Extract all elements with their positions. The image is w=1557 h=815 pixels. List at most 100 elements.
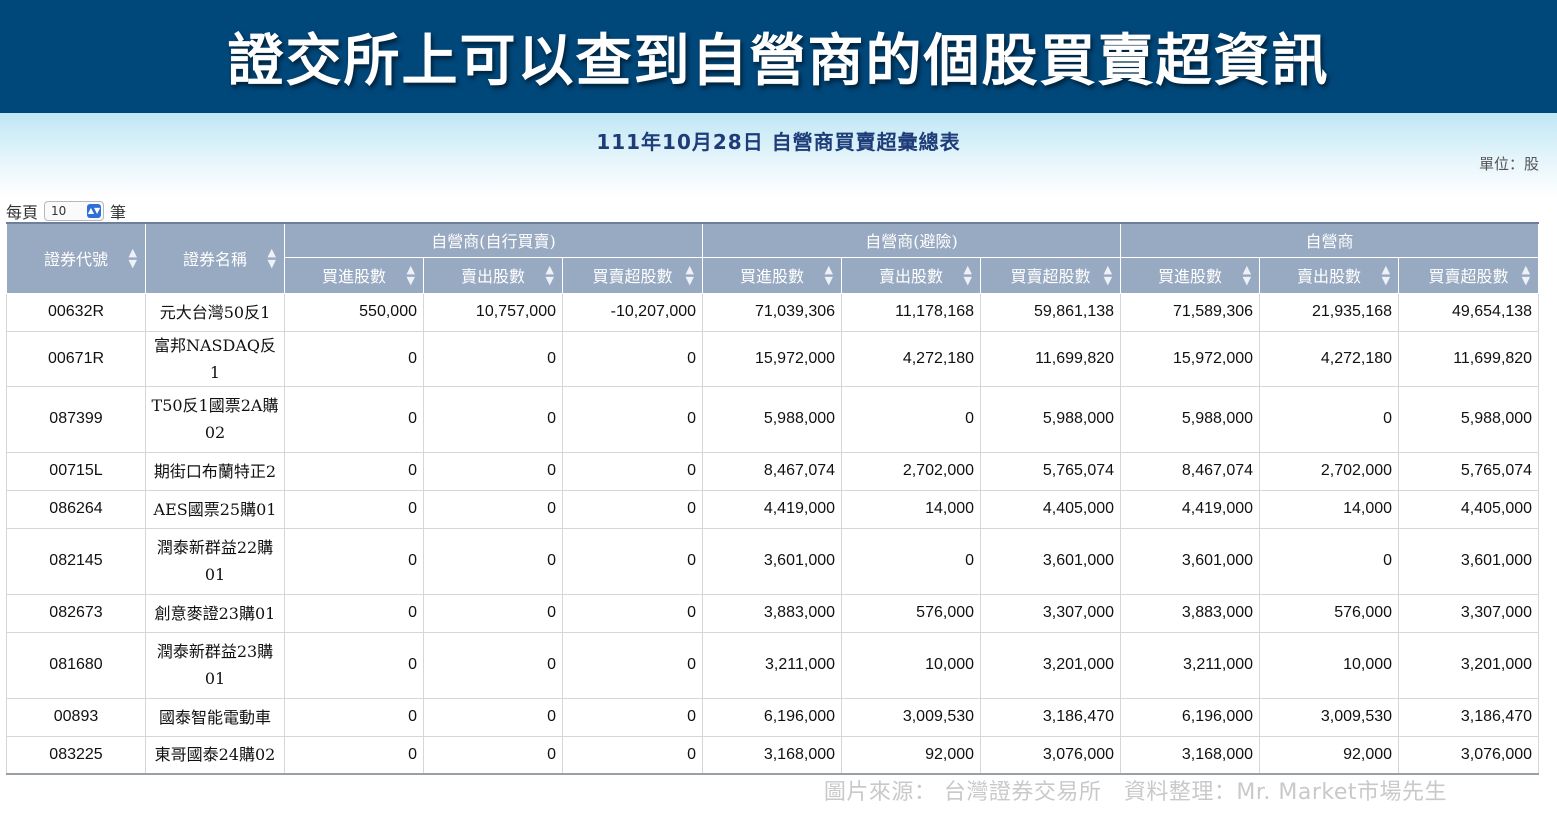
table-row: 00632R 元大台灣50反1 550,000 10,757,000 -10,207,0… xyxy=(6,292,1540,332)
share-count-cell: 4,405,000 xyxy=(980,489,1122,529)
share-count-cell: 11,178,168 xyxy=(841,292,982,332)
group-header: 自營商 xyxy=(1120,222,1540,258)
security-code-cell: 00632R xyxy=(6,292,146,332)
share-count-cell: 0 xyxy=(284,735,424,775)
table-row: 082145 潤泰新群益22購01 0 0 0 3,601,000 0 3,601,000 3,… xyxy=(6,527,1540,595)
share-count-cell: 71,589,306 xyxy=(1120,292,1261,332)
column-header-sub[interactable]: 買進股數 ▲ ▼ xyxy=(702,256,843,294)
share-count-cell: 3,601,000 xyxy=(1398,527,1540,595)
sort-icon: ▲ ▼ xyxy=(824,263,834,287)
security-name-cell: T50反1國票2A購02 xyxy=(145,385,285,453)
security-name-cell: AES國票25購01 xyxy=(145,489,285,529)
column-header-sub[interactable]: 買進股數 ▲ ▼ xyxy=(1120,256,1261,294)
security-code-cell: 087399 xyxy=(6,385,146,453)
column-header-sub[interactable]: 買賣超股數 ▲ ▼ xyxy=(561,256,704,294)
column-header-sub[interactable]: 買賣超股數 ▲ ▼ xyxy=(1398,256,1540,294)
share-count-cell: 4,272,180 xyxy=(1259,330,1400,387)
share-count-cell: 5,765,074 xyxy=(980,451,1122,491)
security-code-cell: 00893 xyxy=(6,697,146,737)
unit-label: 單位：股 xyxy=(1478,155,1539,173)
page-size-suffix: 筆 xyxy=(110,203,127,222)
share-count-cell: 3,186,470 xyxy=(980,697,1122,737)
share-count-cell: -10,207,000 xyxy=(561,292,704,332)
table-row: 086264 AES國票25購01 0 0 0 4,419,000 14,000 4,405,… xyxy=(6,489,1540,529)
sort-icon: ▲ ▼ xyxy=(1381,263,1391,287)
share-count-cell: 21,935,168 xyxy=(1259,292,1400,332)
share-count-cell: 3,009,530 xyxy=(1259,697,1400,737)
share-count-cell: 3,168,000 xyxy=(702,735,843,775)
share-count-cell: 15,972,000 xyxy=(702,330,843,387)
page-size-select[interactable]: 10 ▲▼ xyxy=(44,201,105,221)
share-count-cell: 3,601,000 xyxy=(1120,527,1261,595)
share-count-cell: 11,699,820 xyxy=(1398,330,1540,387)
column-header-sub[interactable]: 賣出股數 ▲ ▼ xyxy=(423,256,563,294)
share-count-cell: 576,000 xyxy=(841,593,982,633)
share-count-cell: 5,988,000 xyxy=(980,385,1122,453)
share-count-cell: 0 xyxy=(561,697,704,737)
share-count-cell: 4,419,000 xyxy=(702,489,843,529)
column-header-code[interactable]: 證券代號 ▲ ▼ xyxy=(6,222,146,294)
security-name-cell: 潤泰新群益22購01 xyxy=(145,527,285,595)
share-count-cell: 0 xyxy=(284,451,424,491)
share-count-cell: 5,988,000 xyxy=(702,385,843,453)
share-count-cell: 0 xyxy=(284,330,424,387)
share-count-cell: 0 xyxy=(423,451,563,491)
security-code-cell: 00715L xyxy=(6,451,146,491)
share-count-cell: 3,201,000 xyxy=(1398,631,1540,699)
sort-icon: ▲ ▼ xyxy=(1103,263,1113,287)
share-count-cell: 0 xyxy=(423,330,563,387)
group-header: 自營商(自行買賣) xyxy=(283,222,704,258)
security-name-cell: 期街口布蘭特正2 xyxy=(145,451,285,491)
share-count-cell: 0 xyxy=(561,330,704,387)
share-count-cell: 0 xyxy=(561,451,704,491)
share-count-cell: 0 xyxy=(284,385,424,453)
sort-icon: ▲ ▼ xyxy=(267,246,276,271)
share-count-cell: 5,988,000 xyxy=(1398,385,1540,453)
share-count-cell: 0 xyxy=(561,593,704,633)
column-header-sub[interactable]: 賣出股數 ▲ ▼ xyxy=(841,256,982,294)
share-count-cell: 576,000 xyxy=(1259,593,1400,633)
column-header-name[interactable]: 證券名稱 ▲ ▼ xyxy=(145,222,285,294)
sort-icon: ▲ ▼ xyxy=(406,263,415,287)
share-count-cell: 0 xyxy=(561,489,704,529)
share-count-cell: 5,988,000 xyxy=(1120,385,1261,453)
sort-icon: ▲ ▼ xyxy=(128,246,137,271)
share-count-cell: 0 xyxy=(1259,527,1400,595)
title-banner: 證交所上可以查到自營商的個股買賣超資訊 xyxy=(0,0,1557,113)
column-header-sub[interactable]: 賣出股數 ▲ ▼ xyxy=(1259,256,1400,294)
share-count-cell: 4,405,000 xyxy=(1398,489,1540,529)
security-name-cell: 創意麥證23購01 xyxy=(145,593,285,633)
sort-icon: ▲ ▼ xyxy=(685,263,695,287)
table-row: 00893 國泰智能電動車 0 0 0 6,196,000 3,009,530 3,186,4… xyxy=(6,697,1540,737)
share-count-cell: 3,076,000 xyxy=(1398,735,1540,775)
share-count-cell: 0 xyxy=(561,735,704,775)
share-count-cell: 3,201,000 xyxy=(980,631,1122,699)
table-row: 081680 潤泰新群益23購01 0 0 0 3,211,000 10,000 3,201,… xyxy=(6,631,1540,699)
security-code-cell: 082673 xyxy=(6,593,146,633)
sort-icon: ▲ ▼ xyxy=(963,263,973,287)
share-count-cell: 5,765,074 xyxy=(1398,451,1540,491)
security-code-cell: 00671R xyxy=(6,330,146,387)
security-name-cell: 富邦NASDAQ反1 xyxy=(145,330,285,387)
share-count-cell: 10,757,000 xyxy=(423,292,563,332)
group-header: 自營商(避險) xyxy=(702,222,1122,258)
share-count-cell: 0 xyxy=(561,385,704,453)
security-code-cell: 082145 xyxy=(6,527,146,595)
share-count-cell: 3,076,000 xyxy=(980,735,1122,775)
share-count-cell: 71,039,306 xyxy=(702,292,843,332)
share-count-cell: 3,009,530 xyxy=(841,697,982,737)
page-size-value: 10 xyxy=(51,204,67,218)
share-count-cell: 3,211,000 xyxy=(1120,631,1261,699)
share-count-cell: 92,000 xyxy=(1259,735,1400,775)
column-header-sub[interactable]: 買進股數 ▲ ▼ xyxy=(284,256,424,294)
share-count-cell: 0 xyxy=(561,527,704,595)
share-count-cell: 6,196,000 xyxy=(1120,697,1261,737)
share-count-cell: 59,861,138 xyxy=(980,292,1122,332)
share-count-cell: 15,972,000 xyxy=(1120,330,1261,387)
share-count-cell: 3,883,000 xyxy=(702,593,843,633)
share-count-cell: 0 xyxy=(841,385,982,453)
share-count-cell: 4,419,000 xyxy=(1120,489,1261,529)
share-count-cell: 14,000 xyxy=(841,489,982,529)
share-count-cell: 11,699,820 xyxy=(980,330,1122,387)
column-header-sub[interactable]: 買賣超股數 ▲ ▼ xyxy=(980,256,1122,294)
